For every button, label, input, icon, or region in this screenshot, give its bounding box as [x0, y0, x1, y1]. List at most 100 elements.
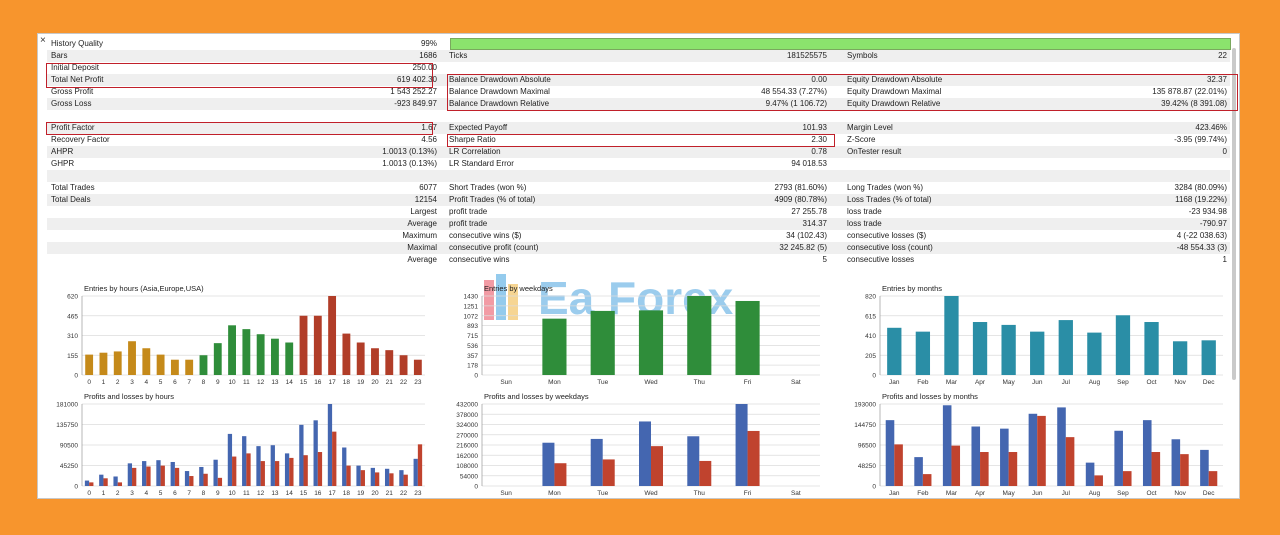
summary-value: 2793 (81.60%)	[774, 183, 827, 192]
y-tick-label: 0	[474, 484, 478, 491]
bar	[299, 315, 308, 375]
history-quality-label: History Quality	[51, 39, 104, 48]
summary-label: profit trade	[449, 207, 488, 216]
loss-bar	[232, 456, 237, 486]
summary-label: Profit Trades (% of total)	[449, 195, 536, 204]
summary-row: Largest profit trade 27 255.78 loss trade -2…	[47, 206, 1230, 218]
x-tick-label: 12	[257, 490, 265, 497]
x-tick-label: Sat	[791, 379, 801, 386]
x-tick-label: 11	[243, 379, 250, 386]
highlight-sharpe-ratio	[447, 134, 835, 147]
y-tick-label: 90500	[60, 443, 78, 450]
x-tick-label: 14	[286, 490, 294, 497]
summary-value: 181525575	[786, 51, 827, 60]
x-tick-label: 12	[257, 379, 265, 386]
profit-bar	[384, 468, 390, 486]
profit-bar	[971, 426, 981, 486]
loss-bar	[747, 430, 760, 486]
loss-bar	[146, 466, 151, 486]
x-tick-label: Apr	[975, 379, 986, 386]
bar	[887, 327, 902, 375]
summary-label: Expected Payoff	[449, 123, 508, 132]
summary-value: 1.0013 (0.13%)	[382, 147, 437, 156]
profit-bar	[299, 424, 304, 486]
profit-bar	[1000, 428, 1009, 486]
x-tick-label: Mar	[946, 490, 958, 497]
loss-bar	[132, 467, 137, 486]
profit-bar	[327, 404, 333, 486]
summary-value: 34 (102.43)	[786, 231, 827, 240]
loss-bar	[289, 457, 294, 486]
x-tick-label: Jan	[889, 379, 900, 386]
y-tick-label: 715	[467, 333, 478, 340]
x-tick-label: 1	[102, 379, 106, 386]
bar	[313, 315, 322, 375]
loss-bar	[89, 482, 94, 486]
summary-value: 1.0013 (0.13%)	[382, 159, 437, 168]
x-tick-label: Nov	[1174, 490, 1186, 497]
summary-value: 1686	[419, 51, 437, 60]
x-tick-label: Dec	[1203, 379, 1215, 386]
x-tick-label: Wed	[644, 490, 658, 497]
loss-bar	[103, 478, 108, 486]
profit-bar	[399, 470, 404, 486]
bar	[413, 359, 422, 375]
loss-bar	[980, 452, 989, 486]
y-tick-label: 216000	[456, 443, 478, 450]
bar	[385, 350, 394, 375]
bar	[1001, 324, 1016, 375]
x-tick-label: 5	[159, 379, 163, 386]
summary-value: 22	[1218, 51, 1227, 60]
x-tick-label: 8	[202, 379, 206, 386]
bar	[638, 310, 664, 375]
x-tick-label: 18	[343, 490, 351, 497]
chart-entries-by-months: Entries by months 820 615 410 205 0 Jan Feb Mar A…	[865, 284, 1223, 386]
summary-label: GHPR	[51, 159, 75, 168]
profit-bar	[127, 463, 133, 486]
y-tick-label: 193000	[854, 402, 876, 409]
x-tick-label: 8	[202, 490, 206, 497]
bar	[99, 352, 108, 375]
summary-label: AHPR	[51, 147, 74, 156]
x-tick-label: Sep	[1117, 490, 1129, 497]
bar	[170, 359, 179, 375]
x-tick-label: 17	[328, 490, 336, 497]
bar	[228, 325, 236, 375]
profit-bar	[370, 467, 375, 486]
profit-bar	[242, 436, 247, 486]
x-tick-label: 2	[116, 379, 120, 386]
summary-row: Total Deals 12154 Profit Trades (% of tota…	[47, 194, 1230, 206]
x-tick-label: 0	[87, 490, 91, 497]
x-tick-label: 4	[145, 379, 149, 386]
loss-bar	[417, 444, 423, 486]
summary-label: Margin Level	[847, 123, 893, 132]
bar	[85, 354, 94, 375]
loss-bar	[374, 472, 380, 486]
bar	[944, 296, 959, 375]
summary-label: Total Trades	[51, 183, 95, 192]
summary-value: 1	[1222, 255, 1227, 264]
bar	[1030, 331, 1045, 375]
x-tick-label: 21	[386, 379, 394, 386]
profit-bar	[885, 420, 895, 486]
x-tick-label: Feb	[917, 490, 929, 497]
summary-row: Average profit trade 314.37 loss trade -790.…	[47, 218, 1230, 230]
profit-bar	[542, 442, 555, 486]
summary-value: 6077	[419, 183, 437, 192]
chart-title: Profits and losses by weekdays	[484, 392, 589, 401]
x-tick-label: 4	[145, 490, 149, 497]
profit-bar	[256, 446, 261, 486]
summary-label: consecutive wins	[449, 255, 510, 264]
summary-label: OnTester result	[847, 147, 902, 156]
close-icon[interactable]: ×	[40, 36, 46, 46]
history-quality-value: 99%	[420, 39, 437, 48]
profit-bar	[1028, 413, 1038, 486]
x-tick-label: 9	[216, 379, 220, 386]
summary-label: Average	[407, 219, 437, 228]
loss-bar	[403, 474, 408, 486]
x-tick-label: 22	[400, 490, 408, 497]
summary-label: consecutive wins ($)	[449, 231, 522, 240]
x-tick-label: Mar	[946, 379, 958, 386]
bar	[113, 351, 122, 375]
y-tick-label: 181000	[56, 402, 78, 409]
